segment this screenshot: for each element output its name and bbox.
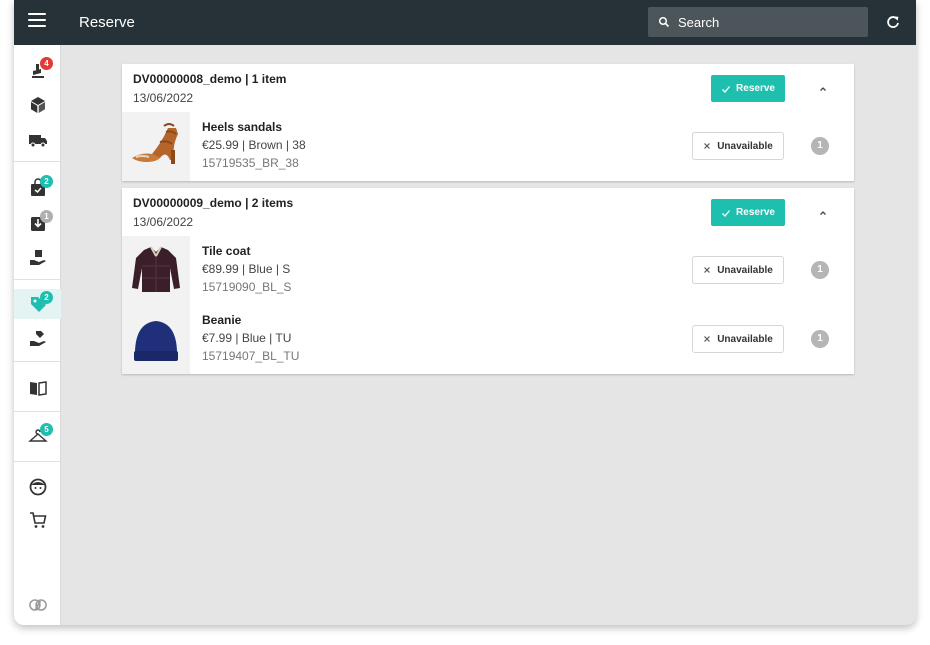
app-window: Reserve 4 bbox=[14, 0, 916, 625]
book-map-icon bbox=[29, 381, 47, 396]
sidebar-item-wardrobe[interactable]: 5 bbox=[14, 421, 61, 451]
item-sku: 15719407_BL_TU bbox=[202, 349, 300, 363]
logo-icon bbox=[28, 599, 47, 611]
item-name: Beanie bbox=[202, 313, 242, 327]
item-name: Heels sandals bbox=[202, 120, 283, 134]
order-title: DV00000009_demo | 2 items bbox=[133, 196, 294, 210]
sandal-image bbox=[122, 112, 190, 181]
notification-badge: 5 bbox=[40, 423, 53, 436]
quantity-badge: 1 bbox=[811, 261, 829, 279]
chevron-up-icon bbox=[820, 87, 826, 91]
hamburger-icon[interactable] bbox=[28, 13, 46, 31]
search-box[interactable] bbox=[648, 7, 868, 37]
reserve-button[interactable]: Reserve bbox=[711, 75, 785, 102]
notification-badge: 2 bbox=[40, 175, 53, 188]
close-icon bbox=[704, 267, 711, 273]
sidebar-item-package[interactable] bbox=[14, 90, 61, 120]
reserve-button[interactable]: Reserve bbox=[711, 199, 785, 226]
search-input[interactable] bbox=[678, 7, 863, 37]
unavailable-button[interactable]: Unavailable bbox=[692, 256, 784, 284]
beanie-image bbox=[122, 305, 190, 374]
sidebar: 4 2 1 2 5 bbox=[14, 45, 61, 625]
close-icon bbox=[704, 143, 711, 149]
order-item: Heels sandals €25.99 | Brown | 38 157195… bbox=[122, 112, 854, 181]
order-date: 13/06/2022 bbox=[133, 91, 194, 105]
order-date: 13/06/2022 bbox=[133, 215, 194, 229]
notification-badge: 1 bbox=[40, 210, 53, 223]
unavailable-label: Unavailable bbox=[717, 333, 773, 345]
unavailable-button[interactable]: Unavailable bbox=[692, 132, 784, 160]
item-name: Tile coat bbox=[202, 244, 251, 258]
sidebar-item-cart[interactable] bbox=[14, 505, 61, 535]
page-title: Reserve bbox=[79, 14, 135, 31]
sidebar-item-scanner[interactable]: 4 bbox=[14, 55, 61, 85]
order-card: DV00000009_demo | 2 items 13/06/2022 Res… bbox=[122, 188, 854, 374]
sidebar-item-customer[interactable] bbox=[14, 472, 61, 502]
sidebar-item-catalog[interactable] bbox=[14, 373, 61, 403]
quantity-badge: 1 bbox=[811, 330, 829, 348]
item-sku: 15719535_BR_38 bbox=[202, 156, 299, 170]
sidebar-item-logo bbox=[14, 590, 61, 620]
order-title: DV00000008_demo | 1 item bbox=[133, 72, 287, 86]
order-header: DV00000008_demo | 1 item 13/06/2022 Rese… bbox=[122, 64, 854, 112]
sidebar-item-inbox[interactable]: 1 bbox=[14, 208, 61, 238]
product-thumbnail bbox=[122, 305, 190, 374]
coat-image bbox=[122, 236, 190, 305]
notification-badge: 4 bbox=[40, 57, 53, 70]
notification-badge: 2 bbox=[40, 291, 53, 304]
chevron-up-icon bbox=[820, 211, 826, 215]
order-item: Tile coat €89.99 | Blue | S 15719090_BL_… bbox=[122, 236, 854, 305]
unavailable-button[interactable]: Unavailable bbox=[692, 325, 784, 353]
check-icon bbox=[722, 85, 731, 93]
cart-icon bbox=[29, 512, 46, 528]
search-icon bbox=[658, 16, 670, 28]
hand-tag-icon bbox=[29, 331, 46, 346]
product-thumbnail bbox=[122, 236, 190, 305]
top-bar: Reserve bbox=[14, 0, 916, 45]
collapse-button[interactable] bbox=[815, 205, 831, 221]
item-meta: €25.99 | Brown | 38 bbox=[202, 138, 306, 152]
order-card: DV00000008_demo | 1 item 13/06/2022 Rese… bbox=[122, 64, 854, 181]
unavailable-label: Unavailable bbox=[717, 264, 773, 276]
item-meta: €7.99 | Blue | TU bbox=[202, 331, 292, 345]
quantity-badge: 1 bbox=[811, 137, 829, 155]
face-icon bbox=[29, 478, 46, 496]
truck-icon bbox=[28, 135, 47, 148]
reserve-label: Reserve bbox=[736, 207, 775, 218]
unavailable-label: Unavailable bbox=[717, 140, 773, 152]
refresh-icon[interactable] bbox=[886, 15, 900, 29]
hand-package-icon bbox=[29, 250, 46, 265]
sidebar-item-delivery[interactable] bbox=[14, 125, 61, 155]
order-header: DV00000009_demo | 2 items 13/06/2022 Res… bbox=[122, 188, 854, 236]
sidebar-item-reserve[interactable]: 2 bbox=[14, 289, 61, 319]
item-sku: 15719090_BL_S bbox=[202, 280, 292, 294]
sidebar-item-pickup[interactable] bbox=[14, 324, 61, 354]
package-icon bbox=[30, 97, 45, 113]
collapse-button[interactable] bbox=[815, 81, 831, 97]
sidebar-item-orders[interactable]: 2 bbox=[14, 173, 61, 203]
reserve-label: Reserve bbox=[736, 83, 775, 94]
product-thumbnail bbox=[122, 112, 190, 181]
check-icon bbox=[722, 209, 731, 217]
close-icon bbox=[704, 336, 711, 342]
order-item: Beanie €7.99 | Blue | TU 15719407_BL_TU … bbox=[122, 305, 854, 374]
sidebar-item-handover[interactable] bbox=[14, 243, 61, 273]
item-meta: €89.99 | Blue | S bbox=[202, 262, 291, 276]
